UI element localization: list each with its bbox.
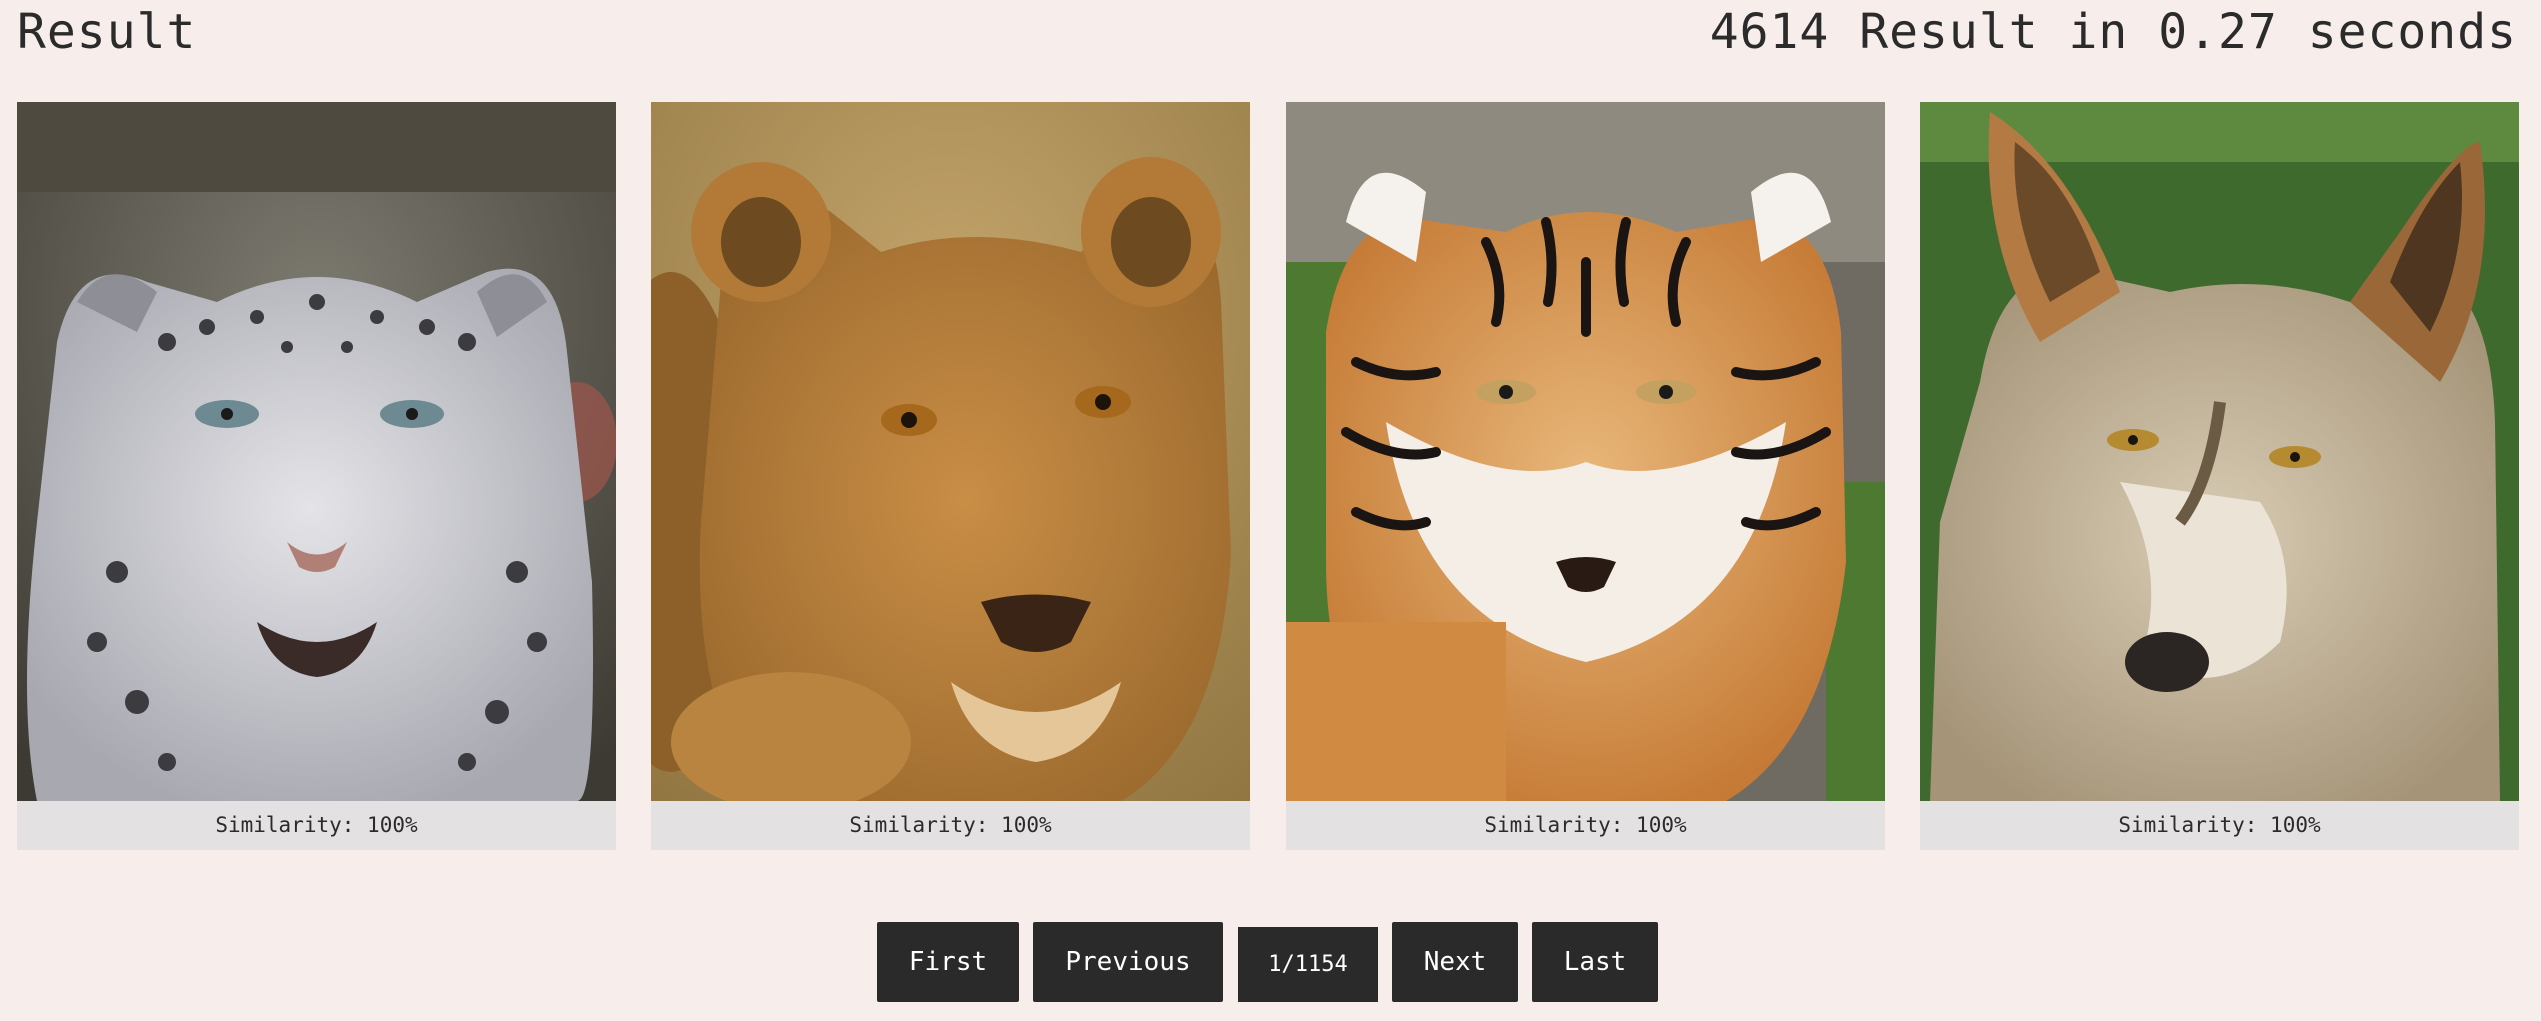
result-card[interactable]: Similarity: 100%: [17, 102, 616, 850]
last-page-button[interactable]: Last: [1532, 922, 1658, 1002]
pagination: First Previous 1/1154 Next Last: [0, 922, 2541, 1002]
lioness-image[interactable]: [651, 102, 1250, 801]
wolf-image[interactable]: [1920, 102, 2519, 801]
results-grid: Similarity: 100% Similarity: 100% Simila…: [17, 102, 2519, 850]
result-card[interactable]: Similarity: 100%: [651, 102, 1250, 850]
similarity-label: Similarity: 100%: [1286, 801, 1885, 850]
similarity-label: Similarity: 100%: [651, 801, 1250, 850]
result-card[interactable]: Similarity: 100%: [1286, 102, 1885, 850]
results-header: Result 4614 Result in 0.27 seconds: [0, 0, 2541, 70]
similarity-label: Similarity: 100%: [1920, 801, 2519, 850]
snow-leopard-image[interactable]: [17, 102, 616, 801]
page-indicator: 1/1154: [1238, 927, 1378, 1002]
result-card[interactable]: Similarity: 100%: [1920, 102, 2519, 850]
next-page-button[interactable]: Next: [1392, 922, 1518, 1002]
similarity-label: Similarity: 100%: [17, 801, 616, 850]
page-title: Result: [17, 4, 197, 60]
first-page-button[interactable]: First: [877, 922, 1019, 1002]
result-stats: 4614 Result in 0.27 seconds: [1709, 4, 2517, 60]
previous-page-button[interactable]: Previous: [1033, 922, 1223, 1002]
tiger-image[interactable]: [1286, 102, 1885, 801]
